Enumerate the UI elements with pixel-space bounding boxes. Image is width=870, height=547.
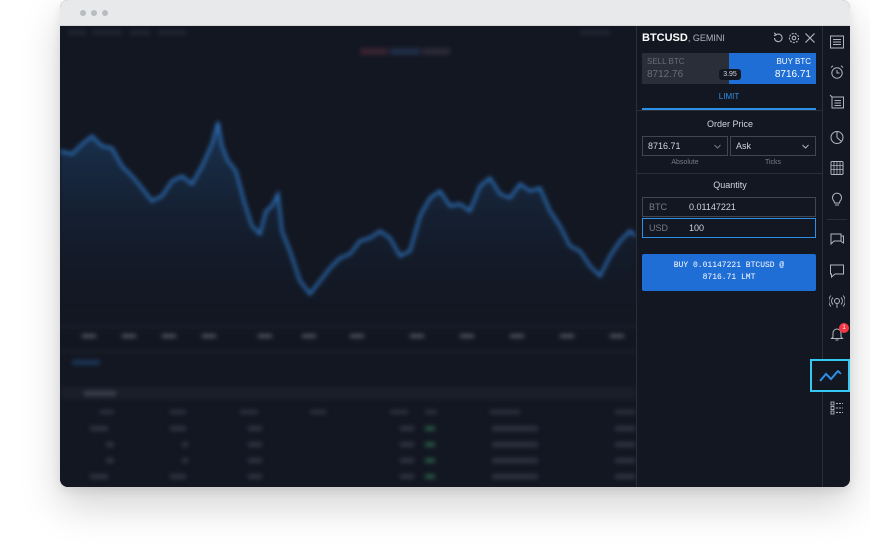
usd-quantity-input[interactable]: USD 100 (642, 218, 816, 238)
chart-area[interactable] (60, 26, 636, 487)
divider (827, 219, 847, 220)
alarm-clock-icon[interactable] (829, 64, 845, 80)
buy-button[interactable]: BUY BTC 8716.71 (729, 53, 816, 84)
divider (637, 110, 823, 111)
submit-order-button[interactable]: BUY 0.01147221 BTCUSD @ 8716.71 LMT (642, 254, 816, 291)
streams-icon[interactable] (829, 294, 845, 310)
tab-limit[interactable]: LIMIT (642, 92, 816, 110)
hotlist-icon[interactable] (829, 160, 845, 176)
spread-badge: 3.95 (719, 69, 741, 80)
right-toolbar: 1 (822, 26, 850, 487)
usd-label: USD (649, 223, 669, 233)
btc-quantity-input[interactable]: BTC 0.01147221 (642, 197, 816, 217)
window-dot-icon[interactable] (102, 10, 108, 16)
close-icon[interactable] (803, 31, 817, 45)
ticks-label: Ticks (764, 159, 782, 166)
price-chart (60, 30, 636, 479)
sell-label: SELL BTC (647, 57, 685, 66)
ideas-icon[interactable] (829, 191, 845, 207)
price-input[interactable]: 8716.71 (642, 136, 728, 156)
trading-panel-icon (819, 369, 842, 382)
exchange-name: , GEMINI (687, 33, 725, 43)
reset-icon[interactable] (771, 31, 785, 45)
btc-value: 0.01147221 (689, 202, 736, 212)
notification-badge: 1 (839, 323, 849, 333)
calendar-news-icon[interactable] (829, 94, 845, 110)
messages-icon[interactable] (829, 263, 845, 279)
divider (637, 173, 823, 174)
data-window-icon[interactable] (829, 129, 845, 145)
submit-line-1: BUY 0.01147221 BTCUSD @ (673, 261, 785, 270)
trading-panel-button[interactable] (810, 359, 850, 392)
settings-icon[interactable] (787, 31, 801, 45)
absolute-label: Absolute (671, 159, 699, 166)
price-area (60, 122, 636, 346)
order-price-title: Order Price (706, 119, 753, 129)
buy-label: BUY BTC (776, 57, 811, 66)
chevron-down-icon (714, 144, 721, 149)
sell-button[interactable]: SELL BTC 8712.76 (642, 53, 729, 84)
chart-toolbar (68, 30, 610, 55)
sell-price: 8712.76 (647, 69, 684, 80)
chat-icon[interactable] (829, 231, 845, 247)
symbol-name: BTCUSD (642, 32, 688, 44)
buy-price: 8716.71 (774, 69, 811, 80)
price-value: 8716.71 (648, 141, 681, 151)
quantity-title: Quantity (713, 180, 747, 190)
app-content: BTCUSD, GEMINI SELL BTC 8712.76 BUY BTC … (60, 26, 850, 487)
price-type-select[interactable]: Ask (730, 136, 816, 156)
chevron-down-icon (802, 144, 809, 149)
app-window: BTCUSD, GEMINI SELL BTC 8712.76 BUY BTC … (60, 0, 850, 487)
watchlist-icon[interactable] (829, 34, 845, 50)
order-panel: BTCUSD, GEMINI SELL BTC 8712.76 BUY BTC … (636, 26, 823, 487)
submit-line-2: 8716.71 LMT (702, 273, 756, 282)
usd-value: 100 (689, 223, 705, 233)
window-dot-icon[interactable] (80, 10, 86, 16)
window-dot-icon[interactable] (91, 10, 97, 16)
price-type-value: Ask (736, 141, 752, 151)
orders-table (90, 410, 635, 479)
object-tree-icon[interactable] (829, 400, 845, 416)
btc-label: BTC (649, 202, 667, 212)
window-titlebar (60, 0, 850, 26)
symbol-header: BTCUSD, GEMINI (642, 32, 725, 44)
